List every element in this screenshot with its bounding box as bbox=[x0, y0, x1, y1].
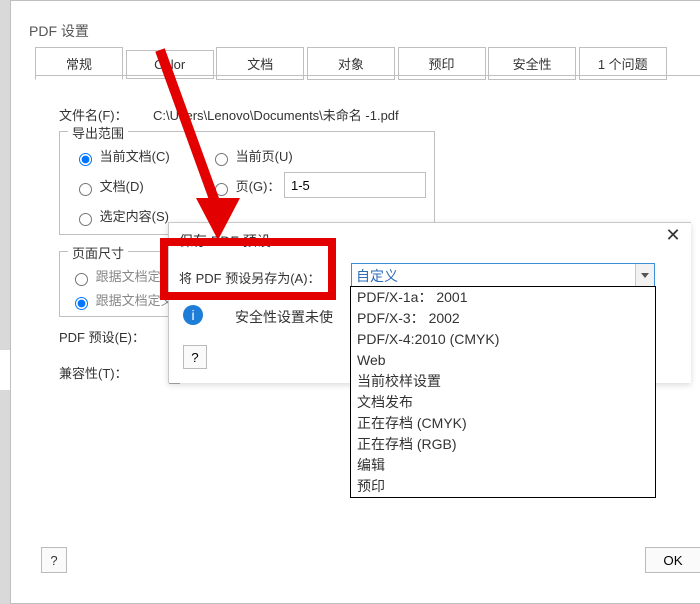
radio-selection-input[interactable] bbox=[79, 213, 92, 226]
radio-pages-input[interactable] bbox=[215, 183, 228, 196]
save-preset-title: 保存 PDF 预设 bbox=[179, 231, 271, 251]
tab-strip: 常规 Color 文档 对象 预印 安全性 1 个问题 bbox=[35, 47, 700, 77]
preset-option[interactable]: PDF/X-4:2010 (CMYK) bbox=[351, 329, 655, 350]
preset-option[interactable]: 正在存档 (RGB) bbox=[351, 434, 655, 455]
preset-option[interactable]: 预印 bbox=[351, 476, 655, 497]
pages-input[interactable] bbox=[284, 172, 426, 198]
radio-selection[interactable]: 选定内容(S) bbox=[74, 206, 169, 226]
export-range-title: 导出范围 bbox=[68, 123, 128, 142]
tab-separator bbox=[35, 75, 700, 76]
radio-current-page-input[interactable] bbox=[215, 153, 228, 166]
radio-documents-input[interactable] bbox=[79, 183, 92, 196]
radio-documents-label: 文档(D) bbox=[100, 179, 144, 194]
preset-option[interactable]: 当前校样设置 bbox=[351, 371, 655, 392]
radio-documents[interactable]: 文档(D) bbox=[74, 176, 144, 196]
preset-name-combo[interactable]: 自定义 bbox=[351, 263, 655, 287]
pagesize-opt2-label: 跟据文档定义 bbox=[96, 293, 174, 308]
page-size-title: 页面尺寸 bbox=[68, 243, 128, 262]
radio-current-doc[interactable]: 当前文档(C) bbox=[74, 146, 170, 166]
ok-button[interactable]: OK bbox=[645, 547, 700, 573]
preset-option[interactable]: 文档发布 bbox=[351, 392, 655, 413]
pagesize-opt1[interactable]: 跟据文档定义 bbox=[70, 266, 174, 286]
compat-label: 兼容性(T)： bbox=[59, 363, 128, 382]
preset-option[interactable]: PDF/X-1a： 2001 bbox=[351, 287, 655, 308]
radio-pages[interactable]: 页(G)： bbox=[210, 176, 280, 196]
preset-option[interactable]: PDF/X-3： 2002 bbox=[351, 308, 655, 329]
help-button[interactable]: ? bbox=[41, 547, 67, 573]
radio-current-page-label: 当前页(U) bbox=[236, 149, 293, 164]
preset-name-selected: 自定义 bbox=[356, 266, 398, 286]
preset-option[interactable]: Web bbox=[351, 350, 655, 371]
pagesize-opt2[interactable]: 跟据文档定义 bbox=[70, 290, 174, 310]
info-icon: i bbox=[183, 305, 203, 325]
popup-help-button[interactable]: ? bbox=[183, 345, 207, 369]
preset-option[interactable]: 编辑 bbox=[351, 455, 655, 476]
close-icon[interactable]: ✕ bbox=[659, 225, 687, 247]
radio-current-page[interactable]: 当前页(U) bbox=[210, 146, 293, 166]
preset-name-dropdown[interactable]: PDF/X-1a： 2001 PDF/X-3： 2002 PDF/X-4:201… bbox=[350, 286, 656, 498]
page-size-group: 页面尺寸 跟据文档定义 跟据文档定义 bbox=[59, 251, 179, 317]
radio-current-doc-label: 当前文档(C) bbox=[100, 149, 170, 164]
radio-current-doc-input[interactable] bbox=[79, 153, 92, 166]
dialog-title: PDF 设置 bbox=[29, 21, 89, 41]
radio-selection-label: 选定内容(S) bbox=[100, 209, 169, 224]
export-range-group: 导出范围 当前文档(C) 文档(D) 选定内容(S) 当前页(U) 页(G)： bbox=[59, 131, 435, 235]
pdf-preset-label: PDF 预设(E)： bbox=[59, 327, 145, 346]
pagesize-opt1-input[interactable] bbox=[75, 273, 88, 286]
filename-value: C:\Users\Lenovo\Documents\未命名 -1.pdf bbox=[153, 105, 399, 124]
filename-label: 文件名(F)： bbox=[59, 105, 128, 124]
chevron-down-icon[interactable] bbox=[635, 264, 654, 286]
pagesize-opt1-label: 跟据文档定义 bbox=[96, 269, 174, 284]
security-warn-text: 安全性设置未使 bbox=[235, 307, 333, 327]
pagesize-opt2-input[interactable] bbox=[75, 297, 88, 310]
save-preset-as-label: 将 PDF 预设另存为(A)： bbox=[179, 268, 321, 287]
radio-pages-label: 页(G)： bbox=[236, 179, 281, 194]
preset-option[interactable]: 正在存档 (CMYK) bbox=[351, 413, 655, 434]
